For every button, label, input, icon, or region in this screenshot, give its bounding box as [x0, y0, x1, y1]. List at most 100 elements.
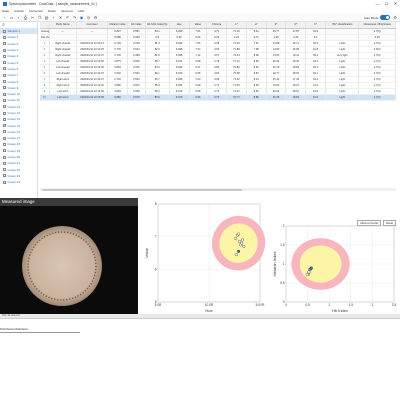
sidebar-item-label: Group 12: [7, 104, 21, 109]
sidebar-item-label: Sample 1: [7, 29, 21, 34]
auto-mode-toggle[interactable]: [380, 15, 391, 20]
table-cell: 2020/01/11 10:15:05: [76, 94, 109, 101]
checkbox-icon[interactable]: [3, 111, 6, 115]
new-file-icon[interactable]: ▫: [2, 15, 7, 20]
measured-image: [0, 206, 138, 314]
window-title: Spectrophotometer - ColorData - [ sample…: [9, 2, 97, 6]
menu-item-data[interactable]: Daten: [48, 9, 56, 13]
menu-item-instrument[interactable]: Instrument: [29, 9, 43, 13]
checkbox-icon[interactable]: [3, 180, 6, 184]
y-tick-label: 2: [283, 224, 285, 228]
table-cell: 61.9: [305, 94, 327, 101]
checkbox-icon[interactable]: [3, 161, 6, 165]
checkbox-icon[interactable]: [3, 174, 6, 178]
scrollbar-thumb[interactable]: [42, 188, 242, 191]
checkbox-icon[interactable]: [3, 124, 6, 128]
checkbox-icon[interactable]: [3, 42, 6, 46]
data-point: [241, 238, 245, 242]
sidebar-item-label: Group 16: [7, 129, 21, 134]
checkbox-icon[interactable]: [3, 136, 6, 140]
table-cell: 85.9: [145, 94, 170, 101]
checkbox-icon[interactable]: [3, 48, 6, 52]
add-icon[interactable]: +: [51, 15, 56, 20]
table-row[interactable]: 10 Left arm2 2020/01/11 10:15:05 0.882 0.578…: [40, 94, 396, 101]
menu-item-file[interactable]: Datei: [2, 9, 9, 13]
x-tick-label: 0.5: [305, 303, 310, 307]
copy-icon[interactable]: ❐: [37, 15, 42, 20]
redo-icon[interactable]: ↷: [72, 15, 77, 20]
y-tick-label: 1.5: [280, 243, 285, 247]
open-folder-icon[interactable]: ▭: [9, 15, 14, 20]
undo-icon[interactable]: ↶: [65, 15, 70, 20]
skin-sample-circle: [22, 226, 102, 306]
checkbox-icon[interactable]: [3, 105, 6, 109]
sidebar-item-label: Group 5: [7, 60, 19, 65]
sidebar-item-label: Group 18: [7, 142, 21, 147]
measured-image-canvas: [0, 206, 138, 314]
checkbox-icon[interactable]: [3, 98, 6, 102]
table-cell: Light: [325, 94, 360, 101]
table-cell: 6.100: [169, 94, 190, 101]
menu-item-help[interactable]: Hilfe: [78, 9, 84, 13]
minimize-button[interactable]: —: [373, 0, 382, 8]
horizontal-scrollbar[interactable]: [40, 188, 396, 191]
sidebar-item-label: Group 17: [7, 136, 21, 141]
y-axis-label: Value: [144, 247, 149, 258]
y-tick-label: 6: [155, 267, 157, 271]
auto-mode-label: Auto Mode: [363, 15, 379, 20]
calibrate-icon[interactable]: ◎: [86, 15, 91, 20]
sidebar-item-label: Group 6: [7, 66, 19, 71]
maximize-button[interactable]: ☐: [382, 0, 391, 8]
menu-item-view[interactable]: Ansicht: [14, 9, 24, 13]
checkbox-icon[interactable]: [3, 130, 6, 134]
y-tick-label: 1: [283, 262, 285, 266]
distribution-inner-ellipse: [299, 245, 342, 283]
data-point: [237, 232, 241, 236]
x-tick-label: 0: [285, 303, 287, 307]
checkbox-icon[interactable]: [3, 54, 6, 58]
table-cell: 0.578: [127, 94, 146, 101]
table-cell: 4.79: [206, 94, 228, 101]
checkbox-icon[interactable]: [3, 35, 6, 39]
delete-icon[interactable]: ✕: [58, 15, 63, 20]
checkbox-icon[interactable]: [3, 67, 6, 71]
divider: [0, 318, 400, 319]
gear-icon[interactable]: ⚙: [393, 15, 397, 20]
checkbox-icon[interactable]: [3, 73, 6, 77]
sidebar: ☰ Sample 1 Group 1 Group 2 Group 3 Group 4 Gr…: [0, 22, 38, 198]
settings-icon[interactable]: ⚙: [93, 15, 98, 20]
toolbar-right: Auto Mode ⚙: [364, 15, 397, 20]
measure-icon[interactable]: ◉: [79, 15, 84, 20]
y-axis-label: Melanin Index: [272, 252, 277, 277]
measurement-table-container: Body Name Comment Melanin Index Hb Index Hb …: [40, 22, 400, 186]
table-cell: 0.882: [107, 94, 129, 101]
close-button[interactable]: ✕: [391, 0, 400, 8]
sidebar-item-label: Group 9: [7, 85, 19, 90]
cut-icon[interactable]: ✂: [30, 15, 35, 20]
checkbox-icon[interactable]: [3, 117, 6, 121]
table-cell: 18.66: [285, 94, 307, 101]
data-point: [240, 241, 244, 245]
print-icon[interactable]: ⎙: [23, 15, 28, 20]
checkbox-icon[interactable]: [3, 92, 6, 96]
checkbox-icon[interactable]: [3, 80, 6, 84]
sidebar-item-label: Group 2: [7, 41, 19, 46]
checkbox-icon[interactable]: [3, 142, 6, 146]
checkbox-icon[interactable]: [3, 149, 6, 153]
sidebar-item-label: Group 11: [7, 98, 20, 103]
checkbox-icon[interactable]: [3, 155, 6, 159]
save-icon[interactable]: ▪: [16, 15, 21, 20]
y-tick-label: 0.5: [280, 281, 285, 285]
paste-icon[interactable]: ▤: [44, 15, 49, 20]
sidebar-item[interactable]: Group 24: [0, 179, 37, 185]
x-tick-label: 10.0R: [205, 303, 214, 307]
title-bar: Spectrophotometer - ColorData - [ sample…: [0, 0, 400, 8]
menu-item-options[interactable]: Optionen: [61, 9, 73, 13]
data-point: [242, 244, 246, 248]
checkbox-icon[interactable]: [3, 168, 6, 172]
checkbox-icon[interactable]: [3, 29, 6, 33]
sidebar-item-label: Group 22: [7, 167, 21, 172]
checkbox-icon[interactable]: [3, 86, 6, 90]
checkbox-icon[interactable]: [3, 61, 6, 65]
sidebar-item-label: Group 15: [7, 123, 21, 128]
